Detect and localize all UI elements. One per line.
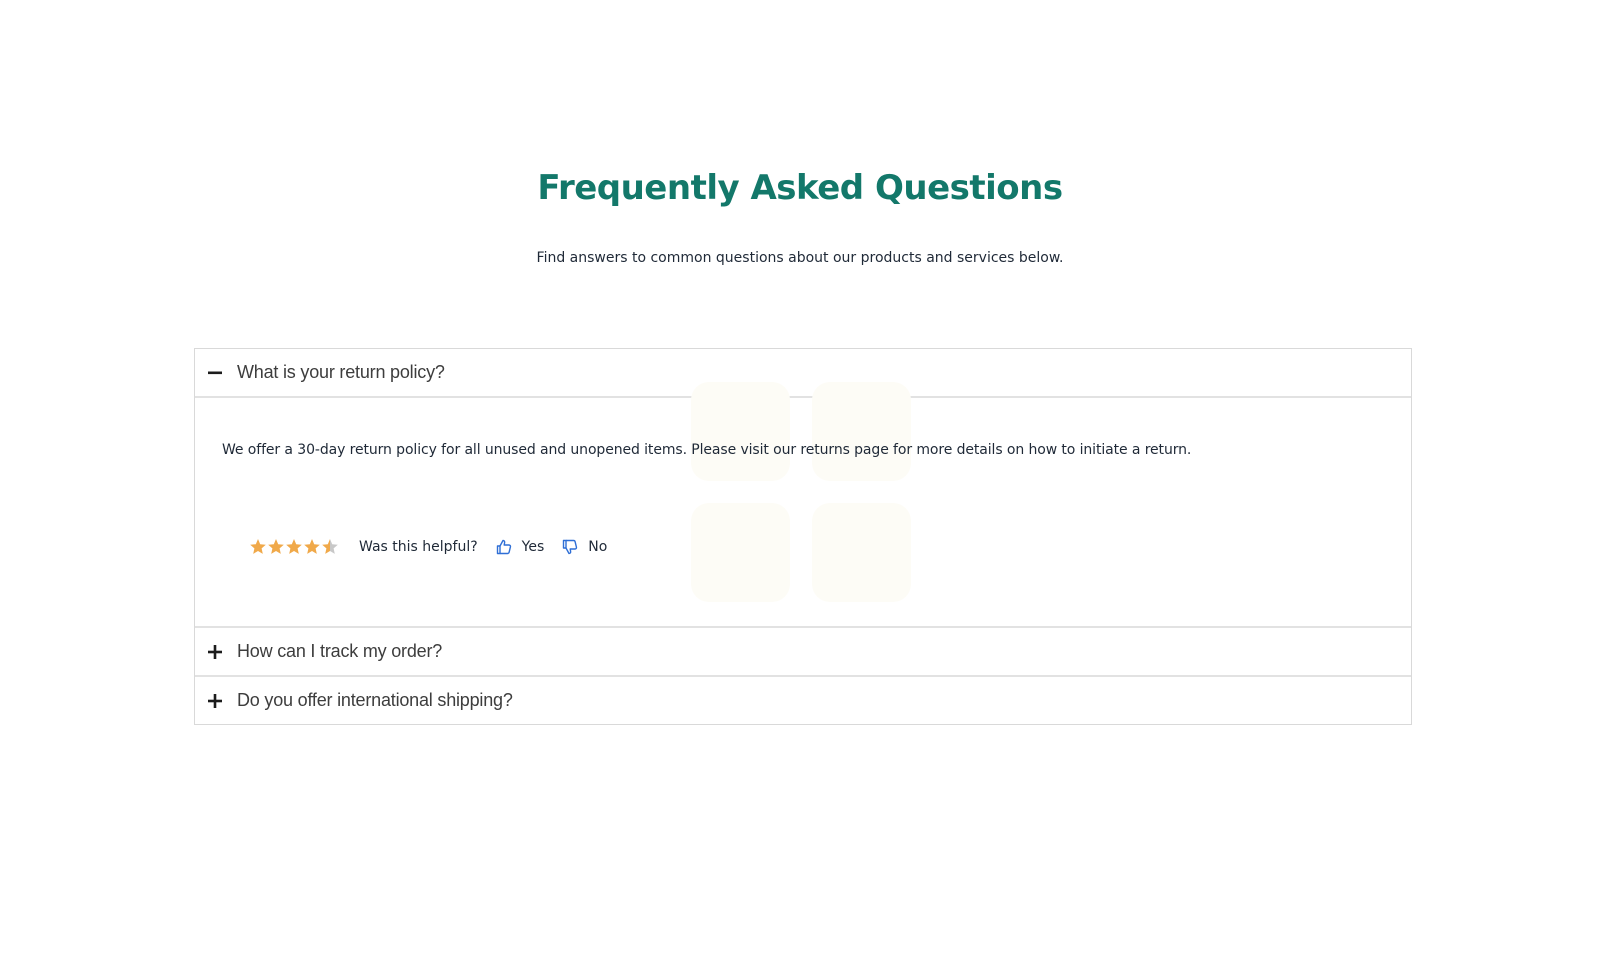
faq-question: Do you offer international shipping? <box>237 690 513 710</box>
faq-accordion: What is your return policy? We offer a 3… <box>194 348 1412 725</box>
watermark-logo <box>691 382 913 604</box>
plus-icon <box>207 644 223 660</box>
page-title: Frequently Asked Questions <box>537 168 1063 208</box>
yes-button[interactable]: Yes <box>496 539 545 555</box>
faq-item-international-shipping: Do you offer international shipping? <box>195 675 1411 724</box>
yes-label: Yes <box>521 539 545 555</box>
no-button[interactable]: No <box>562 539 607 555</box>
faq-item-return-policy: What is your return policy? We offer a 3… <box>195 349 1411 626</box>
faq-page: Frequently Asked Questions Find answers … <box>0 0 1600 978</box>
star-icon <box>250 539 266 554</box>
minus-icon <box>207 365 223 381</box>
thumbs-up-icon <box>496 539 511 555</box>
thumbs-down-icon <box>563 539 578 555</box>
star-rating <box>249 538 339 556</box>
helpful-prompt: Was this helpful? <box>359 539 478 555</box>
star-icon <box>322 539 338 554</box>
faq-question: What is your return policy? <box>237 362 445 382</box>
faq-question-header[interactable]: How can I track my order? <box>195 628 1411 675</box>
faq-answer: We offer a 30-day return policy for all … <box>222 442 1192 458</box>
page-subtitle: Find answers to common questions about o… <box>536 250 1064 266</box>
plus-icon <box>207 693 223 709</box>
star-icon <box>304 539 320 554</box>
faq-item-track-order: How can I track my order? <box>195 626 1411 675</box>
faq-answer-panel: We offer a 30-day return policy for all … <box>195 382 1411 626</box>
star-icon <box>268 539 284 554</box>
faq-question-header[interactable]: Do you offer international shipping? <box>195 677 1411 724</box>
feedback-row: Was this helpful? Yes No <box>249 538 625 556</box>
no-label: No <box>588 539 608 555</box>
star-icon <box>286 539 302 554</box>
faq-question: How can I track my order? <box>237 641 443 661</box>
